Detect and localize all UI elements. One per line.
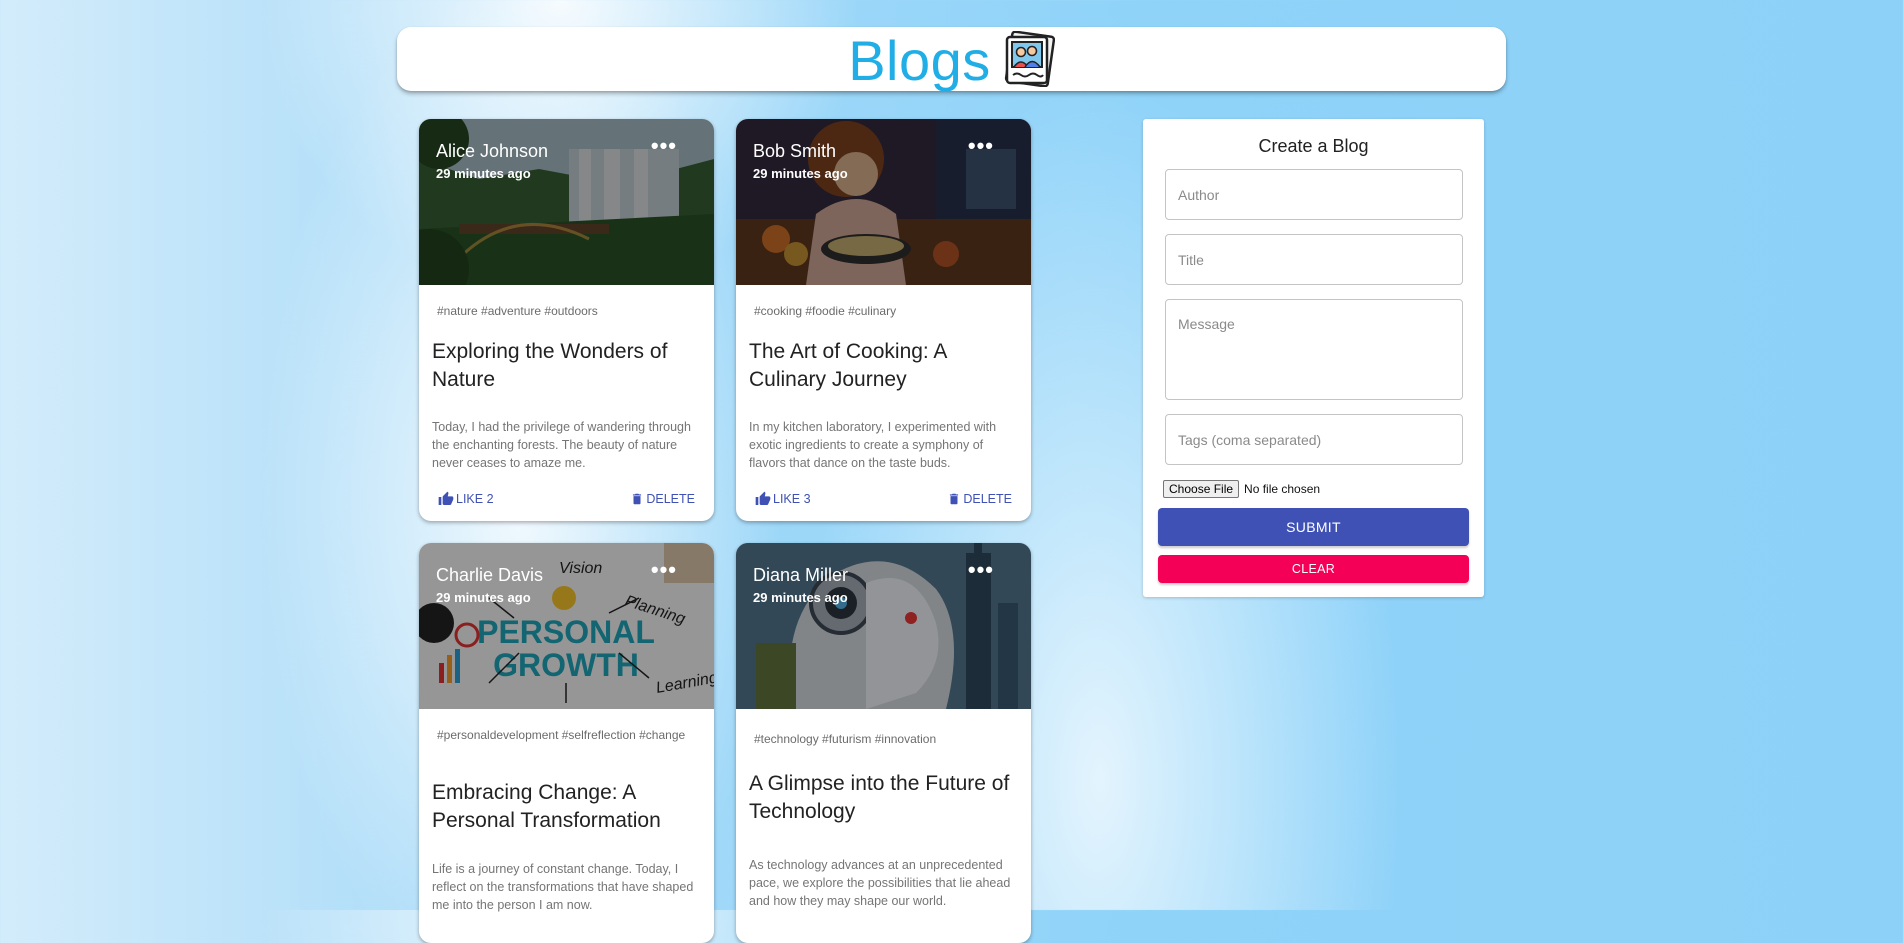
card-timestamp: 29 minutes ago [436,590,531,605]
tags-input[interactable] [1165,414,1463,465]
trash-icon [633,493,642,505]
app-header: Blogs [397,27,1506,91]
card-tags: #nature #adventure #outdoors [437,304,598,318]
card-image: Diana Miller 29 minutes ago ••• [736,543,1031,709]
author-input[interactable] [1165,169,1463,220]
card-tags: #cooking #foodie #culinary [754,304,897,318]
more-options-icon[interactable]: ••• [651,135,677,157]
delete-label: DELETE [646,492,695,506]
card-author: Charlie Davis [436,565,544,585]
blog-card: Diana Miller 29 minutes ago ••• #technol… [736,543,1031,943]
more-options-icon[interactable]: ••• [968,559,994,581]
card-message: As technology advances at an unprecedent… [749,858,1011,908]
more-options-icon[interactable]: ••• [968,135,994,157]
blog-card: Alice Johnson 29 minutes ago ••• #nature… [419,119,714,521]
card-title: A Glimpse into the Future of Technology [749,772,1010,823]
file-status: No file chosen [1244,482,1321,496]
thumb-up-icon [438,491,454,505]
blog-card: Bob Smith 29 minutes ago ••• #cooking #f… [736,119,1031,521]
thumb-up-icon [755,491,771,505]
photo-album-icon [1004,31,1055,87]
submit-button[interactable]: SUBMIT [1158,508,1469,546]
card-tags: #personaldevelopment #selfreflection #ch… [437,728,686,742]
card-timestamp: 29 minutes ago [753,166,848,181]
delete-button[interactable]: DELETE [947,491,1012,507]
card-timestamp: 29 minutes ago [436,166,531,181]
card-message: Life is a journey of constant change. To… [432,862,694,912]
trash-icon [950,493,959,505]
card-title: Exploring the Wonders of Nature [432,340,668,391]
card-message: Today, I had the privilege of wandering … [432,420,691,470]
like-button[interactable]: LIKE 2 [438,491,494,507]
card-image: Bob Smith 29 minutes ago ••• [736,119,1031,285]
card-image: Alice Johnson 29 minutes ago ••• [419,119,714,285]
form-title: Create a Blog [1258,136,1369,156]
like-label: LIKE 2 [456,492,494,506]
card-author: Alice Johnson [436,141,549,161]
card-tags: #technology #futurism #innovation [754,732,937,746]
delete-label: DELETE [963,492,1012,506]
file-upload: Choose File No file chosen [1163,480,1320,498]
choose-file-button[interactable]: Choose File [1163,480,1240,498]
clear-button[interactable]: CLEAR [1158,555,1469,583]
message-textarea[interactable] [1165,299,1463,400]
card-author: Bob Smith [753,141,837,161]
create-blog-form: Create a Blog Choose File No file chosen… [1143,119,1484,597]
card-message: In my kitchen laboratory, I experimented… [749,420,997,470]
like-label: LIKE 3 [773,492,811,506]
card-title: Embracing Change: A Personal Transformat… [432,781,661,832]
more-options-icon[interactable]: ••• [651,559,677,581]
blog-card: PERSONAL GROWTH Vision Planning Learning… [419,543,714,943]
like-button[interactable]: LIKE 3 [755,491,811,507]
card-image: PERSONAL GROWTH Vision Planning Learning… [419,543,714,709]
delete-button[interactable]: DELETE [630,491,695,507]
page-title: Blogs [848,29,991,92]
title-input[interactable] [1165,234,1463,285]
card-title: The Art of Cooking: A Culinary Journey [749,340,947,391]
card-timestamp: 29 minutes ago [753,590,848,605]
card-author: Diana Miller [753,565,849,585]
